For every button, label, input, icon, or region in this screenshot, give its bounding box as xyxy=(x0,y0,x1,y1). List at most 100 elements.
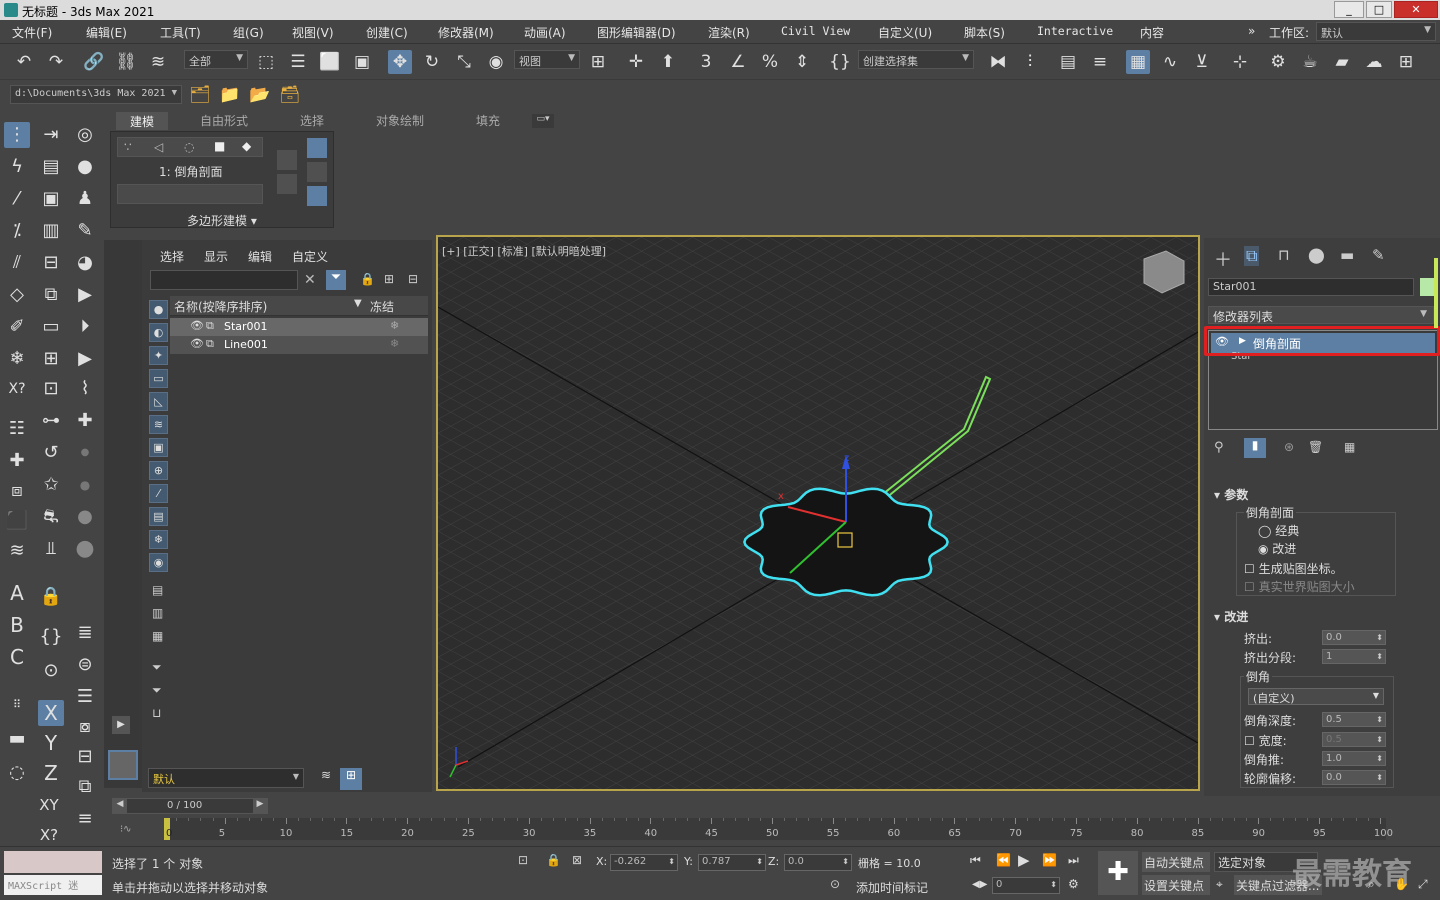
star-layer-icon[interactable]: ✩ xyxy=(38,472,64,498)
render-frame-icon[interactable]: ▰ xyxy=(1330,50,1354,74)
pin-icon[interactable]: ✚ xyxy=(72,408,98,434)
extrude-spinner[interactable]: 0.0 ⬍ xyxy=(1322,630,1386,645)
tab-freeform[interactable]: 自由形式 xyxy=(200,112,248,130)
sort-icon[interactable]: ▼ xyxy=(354,298,362,309)
menu-content[interactable]: 内容 xyxy=(1140,24,1164,41)
project-settings-icon[interactable]: 🗃 xyxy=(278,83,302,107)
pan-icon[interactable]: ✋ xyxy=(1394,877,1409,891)
perspective-viewport[interactable]: x z [+] [正交] [标准] [默认明暗处理] xyxy=(436,235,1200,791)
explorer-menu-edit[interactable]: 编辑 xyxy=(248,248,272,265)
stack-icon[interactable]: ▤ xyxy=(38,154,64,180)
play-clip-icon[interactable]: ⏵ xyxy=(72,314,98,340)
shape-icon[interactable]: ● xyxy=(72,154,98,180)
vertex-icon[interactable]: ∵ xyxy=(124,140,132,154)
radio-improved[interactable]: ◉ 改进 xyxy=(1258,540,1296,557)
layer-add-icon[interactable]: ▣ xyxy=(38,186,64,212)
axis-y-icon[interactable]: Y xyxy=(38,730,64,756)
element-icon[interactable]: ◆ xyxy=(242,139,251,153)
link-icon[interactable]: 🔗 xyxy=(82,50,106,74)
real-world-checkbox[interactable]: ☐ 真实世界贴图大小 xyxy=(1244,578,1355,595)
filter-groups-icon[interactable]: ▣ xyxy=(149,438,168,457)
prev-frame-icon[interactable]: ◀ xyxy=(113,799,127,813)
project-open-icon[interactable]: 📂 xyxy=(248,83,272,107)
next-key-icon[interactable]: ⏩ xyxy=(1042,853,1057,867)
layer-link-icon[interactable]: ⊶ xyxy=(38,408,64,434)
key-filter-icon[interactable]: ⌖ xyxy=(1216,877,1223,892)
filter-select-icon[interactable]: ⏷ xyxy=(152,660,162,675)
table-row[interactable]: 👁 ⧉ Line001 ❄ xyxy=(170,336,428,354)
select-move-icon[interactable]: ✥ xyxy=(388,50,412,74)
tube-icon[interactable]: ⊟ xyxy=(38,250,64,276)
align-icon[interactable]: ⫶ xyxy=(1018,50,1042,74)
visibility-icon[interactable]: 👁 xyxy=(190,319,204,332)
filter-xrefs-icon[interactable]: ⊕ xyxy=(149,461,168,480)
time-slider[interactable]: ◀ 0 / 100 ▶ xyxy=(112,798,268,814)
stack-layers-icon[interactable]: ☰ xyxy=(72,684,98,710)
polygon-select-icon[interactable]: ◇ xyxy=(4,282,30,308)
dot-a-icon[interactable]: ⠿ xyxy=(4,692,30,718)
maximize-button[interactable]: □ xyxy=(1366,1,1392,18)
viewport-layout-icon[interactable] xyxy=(108,750,138,780)
tab-populate[interactable]: 填充 xyxy=(476,112,500,130)
tab-selection[interactable]: 选择 xyxy=(300,112,324,130)
ref-coord-system[interactable]: 视图 ▼ xyxy=(514,50,580,69)
width-checkbox[interactable]: ☐ 宽度: xyxy=(1244,732,1287,749)
auto-key-button[interactable]: 自动关键点 xyxy=(1142,852,1210,872)
isolate-icon[interactable]: ⊡ xyxy=(518,853,528,867)
dot-large-icon[interactable]: ● xyxy=(72,504,98,530)
set-key-big-button[interactable]: ✚ xyxy=(1098,851,1138,895)
outline-offset-spinner[interactable]: 0.0 ⬍ xyxy=(1322,770,1386,785)
select-rotate-icon[interactable]: ↻ xyxy=(420,50,444,74)
workspace-select[interactable]: 默认 ▼ xyxy=(1316,22,1436,41)
render-production-icon[interactable]: ☁ xyxy=(1362,50,1386,74)
chart-layer-icon[interactable]: ⫫ xyxy=(38,536,64,562)
angle-snap-icon[interactable]: ∠ xyxy=(726,50,750,74)
zoom-icon[interactable]: ⌕ xyxy=(1368,877,1375,892)
add-layer-icon[interactable]: ✚ xyxy=(4,448,30,474)
maximize-viewport-icon[interactable]: ⤢ xyxy=(1418,877,1428,892)
filter-shapes-icon[interactable]: ◐ xyxy=(149,323,168,342)
modifier-list[interactable]: 修改器列表 ▼ xyxy=(1208,306,1434,324)
box-select-icon[interactable]: ⬛ xyxy=(4,508,30,534)
ribbon-tool-d-icon[interactable] xyxy=(307,162,327,182)
menu-rendering[interactable]: 渲染(R) xyxy=(708,24,750,41)
tab-object-paint[interactable]: 对象绘制 xyxy=(376,112,424,130)
video-icon[interactable]: ▶ xyxy=(72,346,98,372)
time-tag-icon[interactable]: ⊙ xyxy=(830,877,840,891)
bevel-depth-spinner[interactable]: 0.5 ⬍ xyxy=(1322,712,1386,727)
hierarchy-icon[interactable]: ⊞ xyxy=(384,272,394,286)
paint-select-icon[interactable]: ⁄ xyxy=(4,186,30,212)
display-children-icon[interactable]: ▤ xyxy=(152,583,163,597)
display-tab-icon[interactable]: ▬ xyxy=(1340,246,1354,264)
tab-modeling[interactable]: 建模 xyxy=(116,112,169,130)
pivot-center-icon[interactable]: ⊞ xyxy=(586,50,610,74)
freeze-icon[interactable]: ❄ xyxy=(390,337,399,350)
schematic-view-icon[interactable]: ⊹ xyxy=(1228,50,1252,74)
lasso-icon[interactable]: ϟ xyxy=(4,154,30,180)
width-spinner[interactable]: 0.5 ⬍ xyxy=(1322,732,1386,747)
spinner-snap-icon[interactable]: ⇕ xyxy=(790,50,814,74)
border-icon[interactable]: ◌ xyxy=(184,140,194,154)
pen-icon[interactable]: ✎ xyxy=(72,218,98,244)
layer-manager-icon[interactable]: ≋ xyxy=(316,768,336,788)
filter-spacewarps-icon[interactable]: ≋ xyxy=(149,415,168,434)
menu-scripting[interactable]: 脚本(S) xyxy=(964,24,1005,41)
radio-classic[interactable]: ◯ 经典 xyxy=(1258,522,1299,539)
dot-small-icon[interactable]: ● xyxy=(72,440,98,466)
hierarchy2-icon[interactable]: ⊟ xyxy=(408,272,418,286)
pin-stack-icon[interactable]: ⚲ xyxy=(1214,440,1224,455)
xyz-lock-icon[interactable]: X? xyxy=(4,376,30,402)
edge-icon[interactable]: ◁ xyxy=(154,140,163,154)
snaps-toggle-icon[interactable]: 3 xyxy=(694,50,718,74)
chain-icon[interactable]: ⫽ xyxy=(4,250,30,276)
ribbon-tool-c-icon[interactable] xyxy=(307,138,327,158)
menu-civil-view[interactable]: Civil View xyxy=(781,24,850,38)
layer-stack-icon[interactable]: ☷ xyxy=(4,416,30,442)
workspace-more[interactable]: » xyxy=(1248,24,1255,38)
menu-views[interactable]: 视图(V) xyxy=(292,24,334,41)
display-all-icon[interactable]: ▦ xyxy=(152,629,163,643)
bevel-type-select[interactable]: (自定义) ▼ xyxy=(1248,688,1384,705)
box-layer-icon[interactable]: ▭ xyxy=(38,314,64,340)
abs-mode-icon[interactable]: ⊠ xyxy=(572,853,582,867)
render-cloud-icon[interactable]: ⊞ xyxy=(1394,50,1418,74)
